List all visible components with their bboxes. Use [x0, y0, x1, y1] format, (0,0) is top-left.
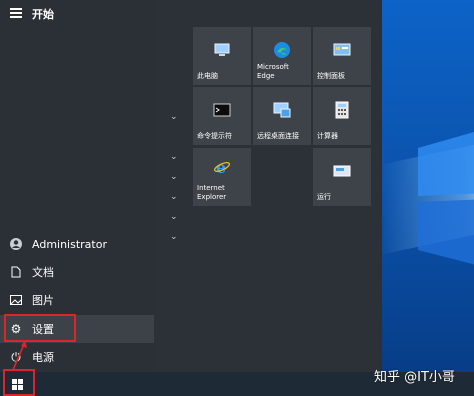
calculator-icon — [335, 101, 349, 119]
control-panel-icon — [333, 43, 351, 56]
tile-internet-explorer[interactable]: e Internet Explorer — [193, 148, 251, 206]
pictures-label: 图片 — [32, 294, 54, 307]
windows-logo-wallpaper — [418, 132, 474, 265]
chevron-down-icon[interactable]: ⌄ — [170, 192, 178, 202]
chevron-down-icon[interactable]: ⌄ — [170, 212, 178, 222]
user-name: Administrator — [32, 237, 107, 251]
chevron-down-icon[interactable]: ⌄ — [170, 112, 178, 122]
chevron-down-icon[interactable]: ⌄ — [170, 152, 178, 162]
tile-label: 此电脑 — [197, 72, 218, 80]
document-icon — [0, 266, 32, 278]
cmd-icon — [213, 103, 231, 117]
computer-icon — [214, 43, 230, 56]
app-list-column — [154, 0, 190, 372]
tile-label: 计算器 — [317, 132, 338, 140]
watermark-text: 知乎 @IT小哥 — [374, 370, 455, 385]
tile-label: 运行 — [317, 193, 331, 201]
power-label: 电源 — [32, 351, 54, 364]
chevron-down-icon[interactable]: ⌄ — [170, 172, 178, 182]
pictures-item[interactable]: 图片 — [0, 286, 154, 314]
tile-command-prompt[interactable]: 命令提示符 — [193, 87, 251, 145]
hamburger-menu-icon[interactable] — [10, 8, 22, 18]
run-icon — [333, 165, 351, 177]
tile-microsoft-edge[interactable]: Microsoft Edge — [253, 27, 311, 85]
documents-item[interactable]: 文档 — [0, 258, 154, 286]
chevron-down-icon[interactable]: ⌄ — [170, 232, 178, 242]
tile-run[interactable]: 运行 — [313, 148, 371, 206]
tile-label: Microsoft Edge — [257, 63, 289, 80]
edge-icon — [274, 42, 290, 58]
start-button-highlight-box — [3, 369, 35, 396]
user-avatar-icon — [0, 238, 32, 250]
ie-icon: e — [214, 158, 230, 176]
documents-label: 文档 — [32, 266, 54, 279]
tile-remote-desktop[interactable]: 远程桌面连接 — [253, 87, 311, 145]
tile-label: 控制面板 — [317, 72, 345, 80]
tile-label: 命令提示符 — [197, 132, 232, 140]
picture-icon — [0, 295, 32, 305]
user-account-item[interactable]: Administrator — [0, 230, 154, 258]
tile-label: Internet Explorer — [197, 184, 227, 201]
tile-calculator[interactable]: 计算器 — [313, 87, 371, 145]
tile-this-pc[interactable]: 此电脑 — [193, 27, 251, 85]
tile-control-panel[interactable]: 控制面板 — [313, 27, 371, 85]
start-title: 开始 — [32, 8, 54, 21]
svg-text:e: e — [216, 158, 226, 176]
highlight-arrow — [12, 340, 27, 371]
remote-desktop-icon — [273, 102, 291, 118]
tile-label: 远程桌面连接 — [257, 132, 299, 140]
